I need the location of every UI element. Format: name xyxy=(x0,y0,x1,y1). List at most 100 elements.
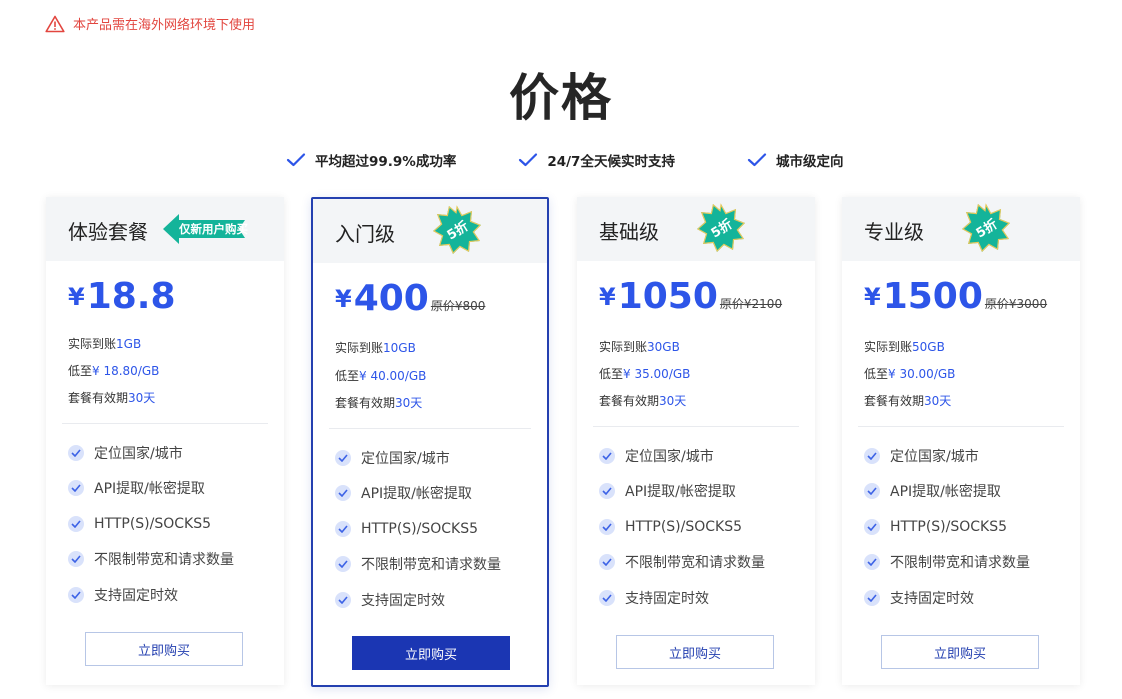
check-circle-icon xyxy=(599,554,615,571)
received-amount: 实际到账30GB xyxy=(599,340,680,354)
check-circle-icon xyxy=(864,518,880,535)
plan-feature-list: 定位国家/城市 API提取/帐密提取 HTTP(S)/SOCKS5 不限制带宽和… xyxy=(864,438,1030,616)
check-circle-icon xyxy=(599,518,615,535)
unit-price: 低至¥ 30.00/GB xyxy=(864,367,956,381)
check-circle-icon xyxy=(68,480,84,497)
plan-name: 基础级 xyxy=(599,220,659,244)
plan-name: 专业级 xyxy=(864,220,924,244)
list-item: 支持固定时效 xyxy=(599,580,765,616)
plan-name: 入门级 xyxy=(335,222,395,246)
list-item: 不限制带宽和请求数量 xyxy=(599,545,765,581)
check-circle-icon xyxy=(599,589,615,606)
feature-item: 24/7全天候实时支持 xyxy=(518,150,675,170)
received-amount: 实际到账1GB xyxy=(68,337,142,351)
feature-highlights: 平均超过99.9%成功率 24/7全天候实时支持 城市级定向 xyxy=(286,150,843,170)
check-circle-icon xyxy=(68,586,84,603)
buy-now-button[interactable]: 立即购买 xyxy=(85,632,243,666)
discount-badge: 5折 xyxy=(431,204,483,256)
check-icon xyxy=(518,152,538,168)
list-item: 支持固定时效 xyxy=(68,577,234,613)
check-circle-icon xyxy=(864,447,880,464)
list-item: 不限制带宽和请求数量 xyxy=(335,547,501,583)
original-price: 原价¥2100 xyxy=(719,297,783,311)
check-circle-icon xyxy=(335,556,351,573)
feature-item: 平均超过99.9%成功率 xyxy=(286,150,456,170)
buy-now-button[interactable]: 立即购买 xyxy=(616,635,774,669)
list-item: API提取/帐密提取 xyxy=(335,476,501,512)
list-item: API提取/帐密提取 xyxy=(864,474,1030,510)
new-user-badge: 仅新用户购买 xyxy=(163,213,248,245)
list-item: 定位国家/城市 xyxy=(335,440,501,476)
received-amount: 实际到账50GB xyxy=(864,340,945,354)
plan-feature-list: 定位国家/城市 API提取/帐密提取 HTTP(S)/SOCKS5 不限制带宽和… xyxy=(599,438,765,616)
plan-price: ¥ 18.8 xyxy=(68,276,176,317)
plan-feature-list: 定位国家/城市 API提取/帐密提取 HTTP(S)/SOCKS5 不限制带宽和… xyxy=(68,435,234,613)
check-circle-icon xyxy=(335,520,351,537)
list-item: 定位国家/城市 xyxy=(864,438,1030,474)
price-amount: 1500 xyxy=(882,276,983,317)
price-amount: 18.8 xyxy=(86,276,176,317)
list-item: 支持固定时效 xyxy=(335,582,501,618)
original-price: 原价¥800 xyxy=(430,299,486,313)
plan-feature-list: 定位国家/城市 API提取/帐密提取 HTTP(S)/SOCKS5 不限制带宽和… xyxy=(335,440,501,618)
region-notice: 本产品需在海外网络环境下使用 xyxy=(45,14,255,33)
page-title: 价格 xyxy=(509,69,613,127)
warning-triangle-icon xyxy=(45,15,65,33)
plan-card-starter: 入门级 5折 ¥ 400 原价¥800 实际到账10GB 低至¥ 40.00/G… xyxy=(311,197,549,687)
divider xyxy=(329,428,531,429)
list-item: HTTP(S)/SOCKS5 xyxy=(599,509,765,545)
divider xyxy=(62,423,268,424)
validity: 套餐有效期30天 xyxy=(864,394,952,408)
plan-price: ¥ 400 原价¥800 xyxy=(335,278,486,319)
plan-name: 体验套餐 xyxy=(68,220,148,244)
feature-label: 城市级定向 xyxy=(775,154,844,170)
list-item: 支持固定时效 xyxy=(864,580,1030,616)
buy-now-button[interactable]: 立即购买 xyxy=(881,635,1039,669)
check-circle-icon xyxy=(864,589,880,606)
unit-price: 低至¥ 18.80/GB xyxy=(68,364,160,378)
list-item: 不限制带宽和请求数量 xyxy=(68,542,234,578)
list-item: HTTP(S)/SOCKS5 xyxy=(335,511,501,547)
list-item: 定位国家/城市 xyxy=(68,435,234,471)
check-circle-icon xyxy=(864,554,880,571)
price-amount: 1050 xyxy=(617,276,718,317)
original-price: 原价¥3000 xyxy=(984,297,1048,311)
plan-price: ¥ 1050 原价¥2100 xyxy=(599,276,783,317)
feature-label: 平均超过99.9%成功率 xyxy=(315,154,457,170)
check-circle-icon xyxy=(335,449,351,466)
check-circle-icon xyxy=(68,551,84,568)
price-amount: 400 xyxy=(353,278,429,319)
plan-header: 体验套餐 仅新用户购买 xyxy=(46,197,284,261)
discount-badge: 5折 xyxy=(695,202,747,254)
unit-price: 低至¥ 40.00/GB xyxy=(335,369,427,383)
buy-now-button[interactable]: 立即购买 xyxy=(352,636,510,670)
received-amount: 实际到账10GB xyxy=(335,341,416,355)
divider xyxy=(593,426,799,427)
plan-header: 专业级 5折 xyxy=(842,197,1080,261)
plan-card-pro: 专业级 5折 ¥ 1500 原价¥3000 实际到账50GB 低至¥ 30.00… xyxy=(842,197,1080,685)
divider xyxy=(858,426,1064,427)
list-item: HTTP(S)/SOCKS5 xyxy=(68,506,234,542)
list-item: HTTP(S)/SOCKS5 xyxy=(864,509,1030,545)
plan-card-basic: 基础级 5折 ¥ 1050 原价¥2100 实际到账30GB 低至¥ 35.00… xyxy=(577,197,815,685)
check-circle-icon xyxy=(68,444,84,461)
check-circle-icon xyxy=(68,515,84,532)
plan-header: 基础级 5折 xyxy=(577,197,815,261)
plan-price: ¥ 1500 原价¥3000 xyxy=(864,276,1048,317)
check-circle-icon xyxy=(599,483,615,500)
check-circle-icon xyxy=(335,591,351,608)
plan-header: 入门级 5折 xyxy=(313,199,547,263)
feature-label: 24/7全天候实时支持 xyxy=(547,154,675,170)
check-circle-icon xyxy=(335,485,351,502)
check-icon xyxy=(747,152,767,168)
validity: 套餐有效期30天 xyxy=(335,396,423,410)
notice-text: 本产品需在海外网络环境下使用 xyxy=(73,18,256,33)
check-icon xyxy=(286,152,306,168)
discount-badge: 5折 xyxy=(960,202,1012,254)
validity: 套餐有效期30天 xyxy=(599,394,687,408)
list-item: 定位国家/城市 xyxy=(599,438,765,474)
feature-item: 城市级定向 xyxy=(747,150,844,170)
list-item: API提取/帐密提取 xyxy=(68,471,234,507)
check-circle-icon xyxy=(864,483,880,500)
check-circle-icon xyxy=(599,447,615,464)
